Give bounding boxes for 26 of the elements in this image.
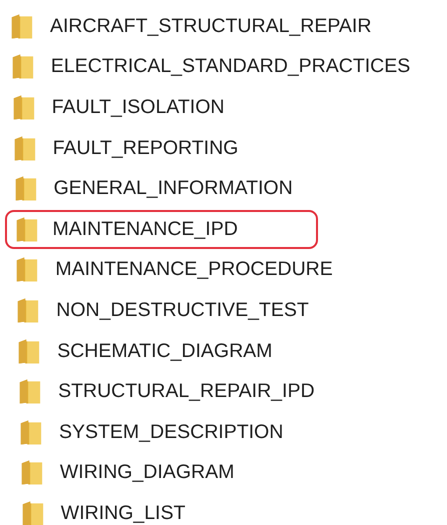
folder-icon (10, 12, 34, 40)
folder-icon (19, 418, 43, 446)
folder-name[interactable]: NON_DESTRUCTIVE_TEST (52, 290, 313, 330)
folder-icon (20, 459, 44, 486)
folder-icon (20, 500, 45, 525)
folder-name[interactable]: MAINTENANCE_IPD (4, 210, 318, 249)
folder-name[interactable]: WIRING_DIAGRAM (56, 453, 238, 492)
folder-icon (10, 53, 35, 80)
folder-icon (14, 216, 38, 243)
folder-icon (12, 134, 37, 162)
folder-name[interactable]: SYSTEM_DESCRIPTION (55, 412, 288, 452)
folder-icon (16, 296, 40, 324)
folder-name[interactable]: AIRCRAFT_STRUCTURAL_REPAIR (46, 6, 376, 46)
folder-name[interactable]: ELECTRICAL_STANDARD_PRACTICES (46, 47, 414, 86)
folder-icon (14, 175, 38, 202)
folder-name[interactable]: WIRING_LIST (56, 494, 190, 525)
folder-icon (15, 256, 40, 284)
folder-name[interactable]: GENERAL_INFORMATION (50, 169, 297, 208)
folder-name[interactable]: FAULT_REPORTING (48, 128, 242, 168)
folder-name[interactable]: STRUCTURAL_REPAIR_IPD (54, 372, 319, 412)
folder-name[interactable]: SCHEMATIC_DIAGRAM (53, 332, 276, 371)
folder-icon (12, 94, 36, 121)
folder-icon (17, 338, 42, 365)
folder-icon (18, 378, 42, 406)
folder-name[interactable]: MAINTENANCE_PROCEDURE (51, 250, 337, 290)
folder-name[interactable]: FAULT_ISOLATION (48, 88, 228, 127)
